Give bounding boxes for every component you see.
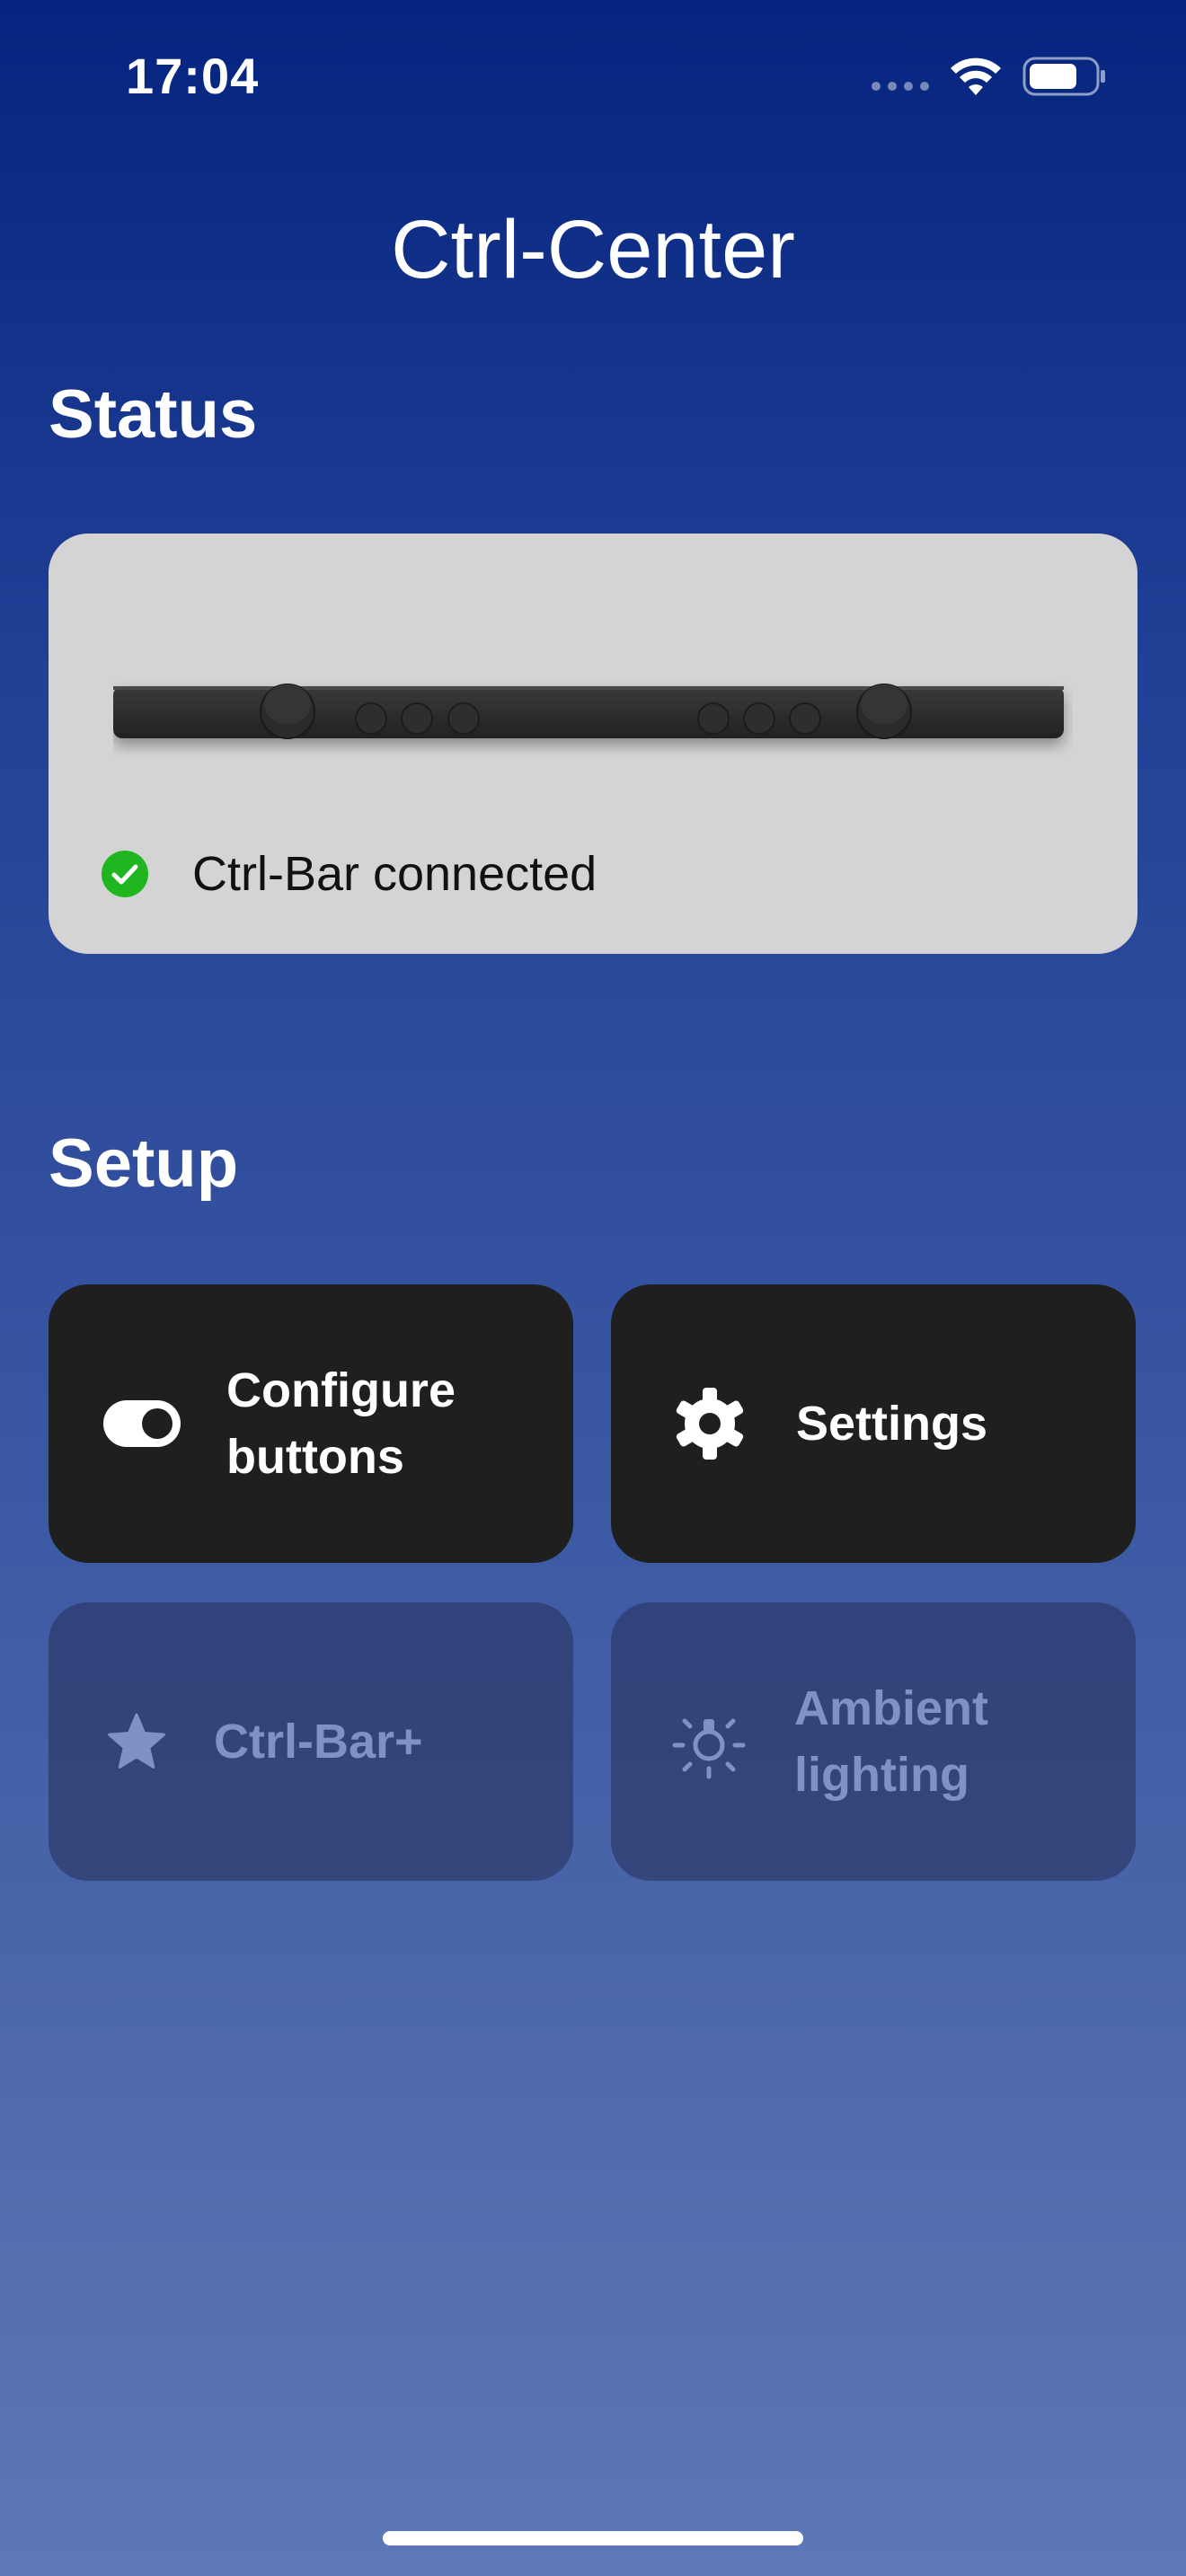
status-card: Ctrl-Bar connected xyxy=(49,534,1137,954)
app-title: Ctrl-Center xyxy=(391,204,795,296)
ctrl-bar-device-image xyxy=(113,684,1064,739)
settings-tile[interactable]: Settings xyxy=(611,1284,1136,1563)
configure-buttons-label: Configure buttons xyxy=(226,1363,456,1484)
home-indicator[interactable] xyxy=(383,2531,803,2545)
battery-icon xyxy=(1022,57,1105,96)
status-time: 17:04 xyxy=(126,48,260,104)
checkmark-circle-icon xyxy=(102,851,148,897)
connection-text: Ctrl-Bar connected xyxy=(192,847,597,901)
configure-buttons-tile[interactable]: Configure buttons xyxy=(49,1284,573,1563)
cellular-signal-icon xyxy=(872,82,929,91)
star-icon xyxy=(104,1712,169,1771)
ambient-lighting-tile[interactable]: Ambient lighting xyxy=(611,1602,1136,1881)
gear-icon xyxy=(668,1386,751,1461)
setup-section-title: Setup xyxy=(49,1125,239,1202)
screen: 17:04 Ctrl-Center Status Ctrl-Bar connec… xyxy=(0,0,1186,2576)
lightbulb-icon xyxy=(668,1703,749,1780)
settings-label: Settings xyxy=(796,1397,988,1451)
ambient-lighting-label: Ambient lighting xyxy=(794,1681,988,1802)
connection-status: Ctrl-Bar connected xyxy=(101,846,597,902)
status-section-title: Status xyxy=(49,376,258,453)
toggle-icon xyxy=(102,1399,181,1448)
wifi-icon xyxy=(951,57,1001,95)
ctrl-bar-plus-tile[interactable]: Ctrl-Bar+ xyxy=(49,1602,573,1881)
status-icons xyxy=(872,56,1107,97)
ctrl-bar-plus-label: Ctrl-Bar+ xyxy=(214,1715,423,1769)
